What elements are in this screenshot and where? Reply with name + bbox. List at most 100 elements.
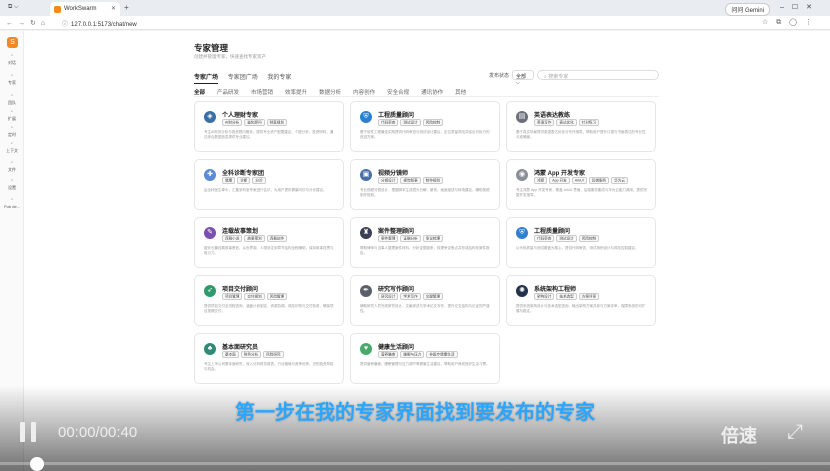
publish-status-select[interactable]: 全部 ⌵ <box>512 70 534 86</box>
expert-card[interactable]: ♜ 案件整理顾问 案件整理 证据分析 争议梳理 帮助律师与当事人整理案件材料，分析证据链条… <box>350 217 500 268</box>
tab-strip-icon[interactable]: ⧉ ⌵ <box>8 4 19 11</box>
tab-my-experts[interactable]: 我的专家 <box>267 75 291 81</box>
expert-tag: 后端服务 <box>588 176 610 184</box>
expert-tag: 量化顾问 <box>244 118 265 126</box>
sidebar-item[interactable]: ◦ 对话 <box>0 53 24 66</box>
expert-tag: 制作规划 <box>422 176 444 184</box>
expert-card[interactable]: ✺ 系统架构工程师 架构设计 技术选型 方案评审 提供系统架构设计与技术选型咨询，输出架构… <box>506 275 656 326</box>
url-field[interactable]: ⓘ 127.0.0.1:5173/chat/new <box>62 19 137 28</box>
expert-name: 视频分镜师 <box>378 171 409 177</box>
publish-status-label: 发布状态 <box>489 73 510 79</box>
expert-avatar-icon: ♣ <box>204 343 216 355</box>
expert-tag: 非医疗健康生活 <box>426 350 458 358</box>
expert-tag: 财务分析 <box>240 350 262 358</box>
expert-card[interactable]: ▣ 视频分镜师 分镜设计 视觉叙事 制作规划 专业视频分镜设计，根据脚本生成镜头分解、景别… <box>350 159 500 210</box>
sidebar-item[interactable]: ◦ Pub de... <box>0 197 24 209</box>
close-tab-icon[interactable]: ✕ <box>111 5 116 12</box>
expert-name: 健康生活顾问 <box>378 345 415 351</box>
expert-card[interactable]: ♥ 健康生活顾问 营养膳食 睡眠与压力 非医疗健康生活 提供营养膳食、睡眠管理与压力调节等… <box>350 333 500 384</box>
page-subtitle: 创建并管理专家，快速查找专家资产 <box>194 54 266 59</box>
expert-tag: 方案评审 <box>578 292 600 300</box>
address-bar: ←→↻⌂ ⓘ 127.0.0.1:5173/chat/new ☆⧉◯⋮ <box>0 16 830 30</box>
new-tab-icon[interactable]: + <box>124 3 129 12</box>
expert-tag: 研究设计 <box>378 292 399 300</box>
expert-name: 个人理财专家 <box>222 113 259 119</box>
file-icon: ◦ <box>10 160 14 166</box>
expert-description: 以代码质量与测试覆盖为核心，提供代码审查、测试用例设计与风险控制建议。 <box>516 246 639 250</box>
team-icon: ◦ <box>10 93 14 99</box>
progress-knob[interactable] <box>30 457 44 471</box>
tab-team-plaza[interactable]: 专家团广场 <box>228 75 258 81</box>
video-subtitle: 第一步在我的专家界面找到要发布的专家 <box>235 402 595 424</box>
expert-name: 全科诊断专家团 <box>222 171 265 177</box>
sidebar-item[interactable]: ◦ 定时 <box>0 125 24 138</box>
sidebar-item[interactable]: ◦ 文件 <box>0 160 24 173</box>
expert-name: 工程质量顾问 <box>378 113 415 119</box>
browser-actions[interactable]: ☆⧉◯⋮ <box>762 18 820 27</box>
app-logo[interactable]: S <box>7 37 18 48</box>
gemini-button[interactable]: 问问 Gemini <box>725 3 770 16</box>
sidebar-item[interactable]: ◦ 设置 <box>0 178 24 191</box>
expert-avatar-icon: ♜ <box>360 227 372 239</box>
sidebar-item-label: 对话 <box>8 60 16 65</box>
screen: ⧉ ⌵ WorkSwarm ✕ + 问问 Gemini –☐✕ ←→↻⌂ ⓘ 12… <box>0 0 830 471</box>
video-progress-bar[interactable] <box>0 462 830 465</box>
speed-button[interactable]: 倍速 <box>721 422 757 448</box>
expert-name: 案件整理顾问 <box>378 229 415 235</box>
expert-tags: 连载小说 故事策划 连载创作 <box>222 234 289 242</box>
window-controls[interactable]: –☐✕ <box>780 3 820 11</box>
expert-card[interactable]: ✎ 连载故事策划 连载小说 故事策划 连载创作 擅长长篇连载故事策划，从世界观、人物设定到… <box>194 217 344 268</box>
pause-icon-bar <box>31 422 36 442</box>
expert-description: 基于软件工程最佳实践提供代码审查与测试设计建议，定位质量风险并给出可执行的改进方… <box>360 130 490 139</box>
extension-icon: ◦ <box>10 109 14 115</box>
context-icon: ◦ <box>10 141 14 147</box>
expert-card[interactable]: ◉ 鸿蒙 App 开发专家 鸿蒙 App 开发 ArkUI 后端服务 华为云 专注鸿蒙 App… <box>506 159 656 210</box>
expert-tag: 案件整理 <box>378 234 399 242</box>
expert-tags: 鸿蒙 App 开发 ArkUI 后端服务 华为云 <box>534 176 630 184</box>
sidebar-item-label: 设置 <box>8 185 16 190</box>
favicon-icon <box>54 6 61 13</box>
sidebar-item[interactable]: ◦ 团队 <box>0 93 24 106</box>
publish-icon: ◦ <box>10 197 14 203</box>
category-divider <box>194 96 659 97</box>
expert-avatar-icon: ▤ <box>516 111 528 123</box>
expert-description: 提供营养膳食、睡眠管理与压力调节等健康生活建议，帮助用户养成良好生活习惯。 <box>360 362 490 366</box>
expert-tag: 鸿蒙 <box>534 176 548 184</box>
nav-buttons[interactable]: ←→↻⌂ <box>6 19 50 27</box>
sidebar-item[interactable]: ◦ 扩展 <box>0 109 24 122</box>
expert-name: 研究写作顾问 <box>378 287 415 293</box>
browser-tab[interactable]: WorkSwarm ✕ <box>50 2 120 16</box>
expert-description: 帮助律师与当事人整理案件材料，分析证据链条，梳理争议焦点并形成结构化案件报告。 <box>360 246 490 255</box>
tab-expert-plaza[interactable]: 专家广场 <box>194 75 219 84</box>
fullscreen-icon[interactable]: ⤢ <box>787 421 803 444</box>
expert-card[interactable]: ➶ 项目交付顾问 项目管理 交付规划 风险管理 提供项目交付全流程咨询，涵盖计划制定、资源… <box>194 275 344 326</box>
expert-card[interactable]: ◈ 个人理财专家 AI财分析 量化顾问 财富规划 专注AI财务分析与投资顾问服务，提供专业… <box>194 101 344 152</box>
expert-icon: ◦ <box>10 73 14 79</box>
expert-tags: 代码审查 测试设计 风险控制 <box>378 118 445 126</box>
expert-tag: 学术写作 <box>400 292 421 300</box>
sidebar-item[interactable]: ◦ 上下文 <box>0 141 24 154</box>
url-text: 127.0.0.1:5173/chat/new <box>71 22 137 28</box>
expert-description: 提供项目交付全流程咨询，涵盖计划制定、资源协调、风险识别与交付验收，确保项目按期… <box>204 304 334 313</box>
expert-tags: 项目管理 交付规划 风险管理 <box>222 292 289 300</box>
sidebar-item[interactable]: ◦ 专家 <box>0 73 24 86</box>
expert-tags: 英语写作 表达优化 针对练习 <box>534 118 601 126</box>
expert-tag: 风险控制 <box>422 118 444 126</box>
expert-name: 鸿蒙 App 开发专家 <box>534 171 585 177</box>
expert-tag: 分镜设计 <box>378 176 399 184</box>
expert-card[interactable]: ✒ 研究写作顾问 研究设计 学术写作 文献整理 辅助研究人员完成研究设计、文献综述与学术论… <box>350 275 500 326</box>
expert-avatar-icon: ✒ <box>360 285 372 297</box>
expert-tag: 分诊 <box>252 176 266 184</box>
search-input[interactable]: ⌕ 搜索专家 <box>537 70 659 80</box>
search-icon: ⌕ <box>544 74 547 80</box>
category-tabs: 全部 产品研发 市场营销 效率提升 数据分析 内容创作 安全合规 通讯协作 其他 <box>194 88 478 96</box>
expert-card[interactable]: ⛨ 工程质量顾问 代码审查 测试设计 风险控制 基于软件工程最佳实践提供代码审查与测试设计… <box>350 101 500 152</box>
expert-card[interactable]: ▤ 英语表达教练 英语写作 表达优化 针对练习 基于真实场景提供英语表达优化与写作指导，帮… <box>506 101 656 152</box>
expert-tag: 连载小说 <box>222 234 243 242</box>
expert-card[interactable]: ♣ 基本面研究员 基本面 财务分析 风险研究 专注上市公司基本面研究，深入分析财务报表、行… <box>194 333 344 384</box>
expert-tag: 针对练习 <box>578 118 600 126</box>
expert-card[interactable]: ✚ 全科诊断专家团 健康 诊断 分诊 由全科医生牵头，汇集多科室专家进行会诊，为用户提供健… <box>194 159 344 210</box>
pause-button[interactable] <box>20 422 38 442</box>
expert-tag: 表达优化 <box>556 118 577 126</box>
expert-card[interactable]: ⛨ 工程质量顾问 代码审查 测试设计 风险控制 以代码质量与测试覆盖为核心，提供代码审查、… <box>506 217 656 268</box>
